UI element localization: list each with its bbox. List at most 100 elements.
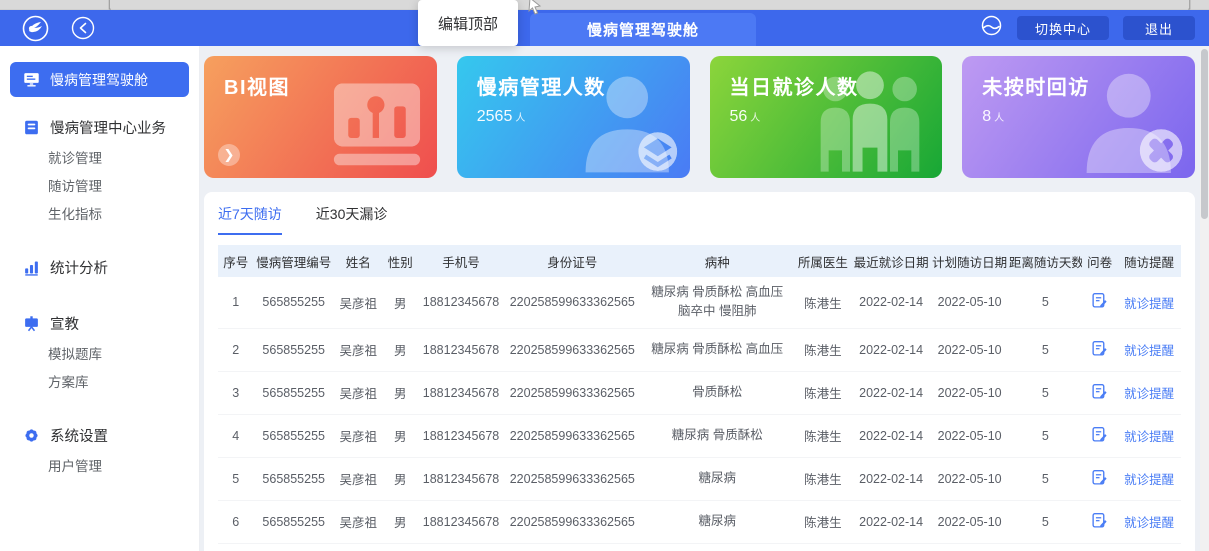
visit-reminder-link[interactable]: 就诊提醒 bbox=[1124, 387, 1174, 401]
table-row: 1565855255吴彦祖男18812345678220258599633362… bbox=[218, 277, 1181, 328]
questionnaire-icon[interactable] bbox=[1091, 292, 1108, 312]
header-bar: 慢病管理驾驶舱 切换中心 退出 bbox=[0, 10, 1209, 46]
questionnaire-icon[interactable] bbox=[1091, 512, 1108, 532]
back-button[interactable] bbox=[71, 16, 95, 40]
sidebar: 慢病管理驾驶舱 慢病管理中心业务 就诊管理 随访管理 生化指标 bbox=[0, 46, 200, 551]
strip-left-mark: [ bbox=[108, 0, 111, 10]
cell-id_card: 220258599633362565 bbox=[504, 543, 641, 551]
cell-id_card: 220258599633362565 bbox=[504, 414, 641, 457]
edit-top-menu-item[interactable]: 编辑顶部 bbox=[418, 0, 518, 46]
cell-planned_visit: 2022-05-10 bbox=[930, 414, 1009, 457]
tab-last-30-days-missed[interactable]: 近30天漏诊 bbox=[316, 204, 388, 235]
visit-reminder-link[interactable]: 就诊提醒 bbox=[1124, 297, 1174, 311]
sidebar-item-biochemical-indicators[interactable]: 生化指标 bbox=[0, 199, 199, 227]
cell-days: 5 bbox=[1009, 457, 1082, 500]
cell-doctor: 陈港生 bbox=[794, 328, 852, 371]
cell-questionnaire bbox=[1082, 543, 1118, 551]
cell-name: 吴彦祖 bbox=[334, 457, 383, 500]
questionnaire-icon[interactable] bbox=[1091, 469, 1108, 489]
tab-last-7-days-followup[interactable]: 近7天随访 bbox=[218, 204, 282, 235]
cell-questionnaire bbox=[1082, 277, 1118, 328]
today-visits-card[interactable]: 当日就诊人数 56人 bbox=[710, 56, 943, 178]
sidebar-item-label: 慢病管理驾驶舱 bbox=[50, 70, 148, 90]
card-value: 2565人 bbox=[477, 108, 690, 126]
mouse-cursor bbox=[527, 0, 543, 20]
cell-planned_visit: 2022-05-10 bbox=[930, 328, 1009, 371]
table-row: 4565855255吴彦祖男18812345678220258599633362… bbox=[218, 414, 1181, 457]
cell-gender: 男 bbox=[383, 371, 419, 414]
cell-planned_visit: 2022-05-10 bbox=[930, 457, 1009, 500]
sidebar-item-education[interactable]: 宣教 bbox=[0, 307, 199, 339]
questionnaire-icon[interactable] bbox=[1091, 426, 1108, 446]
cell-no: 3 bbox=[218, 371, 254, 414]
column-header: 病种 bbox=[641, 245, 794, 277]
cell-name: 吴彦祖 bbox=[334, 500, 383, 543]
cell-phone: 18812345678 bbox=[418, 500, 504, 543]
cell-days: 5 bbox=[1009, 543, 1082, 551]
questionnaire-icon[interactable] bbox=[1091, 383, 1108, 403]
cell-doctor: 陈港生 bbox=[794, 371, 852, 414]
sidebar-item-visit-management[interactable]: 就诊管理 bbox=[0, 143, 199, 171]
visit-reminder-link[interactable]: 就诊提醒 bbox=[1124, 430, 1174, 444]
column-header: 性别 bbox=[383, 245, 419, 277]
cell-doctor: 陈港生 bbox=[794, 414, 852, 457]
cell-phone: 18812345678 bbox=[418, 328, 504, 371]
card-title: BI视图 bbox=[224, 71, 437, 100]
column-header: 姓名 bbox=[334, 245, 383, 277]
cell-name: 吴彦祖 bbox=[334, 277, 383, 328]
cell-diseases: 骨质酥松 bbox=[641, 371, 794, 414]
bi-view-card[interactable]: BI视图 ❯ bbox=[204, 56, 437, 178]
main-content: BI视图 ❯ bbox=[200, 46, 1209, 551]
column-header: 最近就诊日期 bbox=[852, 245, 931, 277]
managed-patients-card[interactable]: 慢病管理人数 2565人 bbox=[457, 56, 690, 178]
cell-diseases: 糖尿病 bbox=[641, 500, 794, 543]
cell-no: 5 bbox=[218, 457, 254, 500]
cell-days: 5 bbox=[1009, 500, 1082, 543]
cell-reminder: 就诊提醒 bbox=[1117, 328, 1181, 371]
column-header: 问卷 bbox=[1082, 245, 1118, 277]
strip-right-mark: ] bbox=[1188, 0, 1191, 10]
cell-questionnaire bbox=[1082, 414, 1118, 457]
cell-last_visit: 2022-02-14 bbox=[852, 457, 931, 500]
cell-last_visit: 2022-02-14 bbox=[852, 371, 931, 414]
cell-questionnaire bbox=[1082, 457, 1118, 500]
missed-followup-card[interactable]: 未按时回访 8人 bbox=[962, 56, 1195, 178]
sidebar-item-plan-library[interactable]: 方案库 bbox=[0, 367, 199, 395]
visit-reminder-link[interactable]: 就诊提醒 bbox=[1124, 473, 1174, 487]
column-header: 身份证号 bbox=[504, 245, 641, 277]
visit-reminder-link[interactable]: 就诊提醒 bbox=[1124, 344, 1174, 358]
page-scrollbar bbox=[1200, 47, 1209, 551]
cell-last_visit: 2022-02-14 bbox=[852, 543, 931, 551]
table-row: 6565855255吴彦祖男18812345678220258599633362… bbox=[218, 500, 1181, 543]
cell-id_card: 220258599633362565 bbox=[504, 371, 641, 414]
sidebar-item-followup-management[interactable]: 随访管理 bbox=[0, 171, 199, 199]
sidebar-item-statistics[interactable]: 统计分析 bbox=[0, 251, 199, 283]
cell-id: 565855255 bbox=[254, 328, 334, 371]
cell-doctor: 陈港生 bbox=[794, 277, 852, 328]
notification-icon[interactable] bbox=[980, 14, 1003, 42]
sidebar-item-user-management[interactable]: 用户管理 bbox=[0, 451, 199, 479]
logout-button[interactable]: 退出 bbox=[1123, 16, 1195, 40]
card-title: 慢病管理人数 bbox=[477, 71, 690, 100]
visit-reminder-link[interactable]: 就诊提醒 bbox=[1124, 516, 1174, 530]
cell-reminder: 就诊提醒 bbox=[1117, 371, 1181, 414]
sidebar-item-center-business[interactable]: 慢病管理中心业务 bbox=[0, 111, 199, 143]
cell-id: 565855255 bbox=[254, 371, 334, 414]
cell-reminder: 就诊提醒 bbox=[1117, 277, 1181, 328]
card-value: 8人 bbox=[982, 108, 1195, 126]
cell-last_visit: 2022-02-14 bbox=[852, 328, 931, 371]
sidebar-item-dashboard[interactable]: 慢病管理驾驶舱 bbox=[10, 62, 189, 97]
cell-phone: 18812345678 bbox=[418, 277, 504, 328]
card-arrow-button[interactable]: ❯ bbox=[218, 144, 240, 166]
switch-center-button[interactable]: 切换中心 bbox=[1017, 16, 1109, 40]
card-title: 当日就诊人数 bbox=[730, 71, 943, 100]
questionnaire-icon[interactable] bbox=[1091, 340, 1108, 360]
cell-reminder: 就诊提醒 bbox=[1117, 414, 1181, 457]
page-title-tab[interactable]: 慢病管理驾驶舱 bbox=[530, 13, 756, 46]
sidebar-item-mock-question-bank[interactable]: 模拟题库 bbox=[0, 339, 199, 367]
cell-id_card: 220258599633362565 bbox=[504, 457, 641, 500]
column-header: 所属医生 bbox=[794, 245, 852, 277]
scrollbar-thumb[interactable] bbox=[1201, 49, 1208, 219]
sidebar-item-system-settings[interactable]: 系统设置 bbox=[0, 419, 199, 451]
table-row: 7565855255吴彦祖男18812345678220258599633362… bbox=[218, 543, 1181, 551]
